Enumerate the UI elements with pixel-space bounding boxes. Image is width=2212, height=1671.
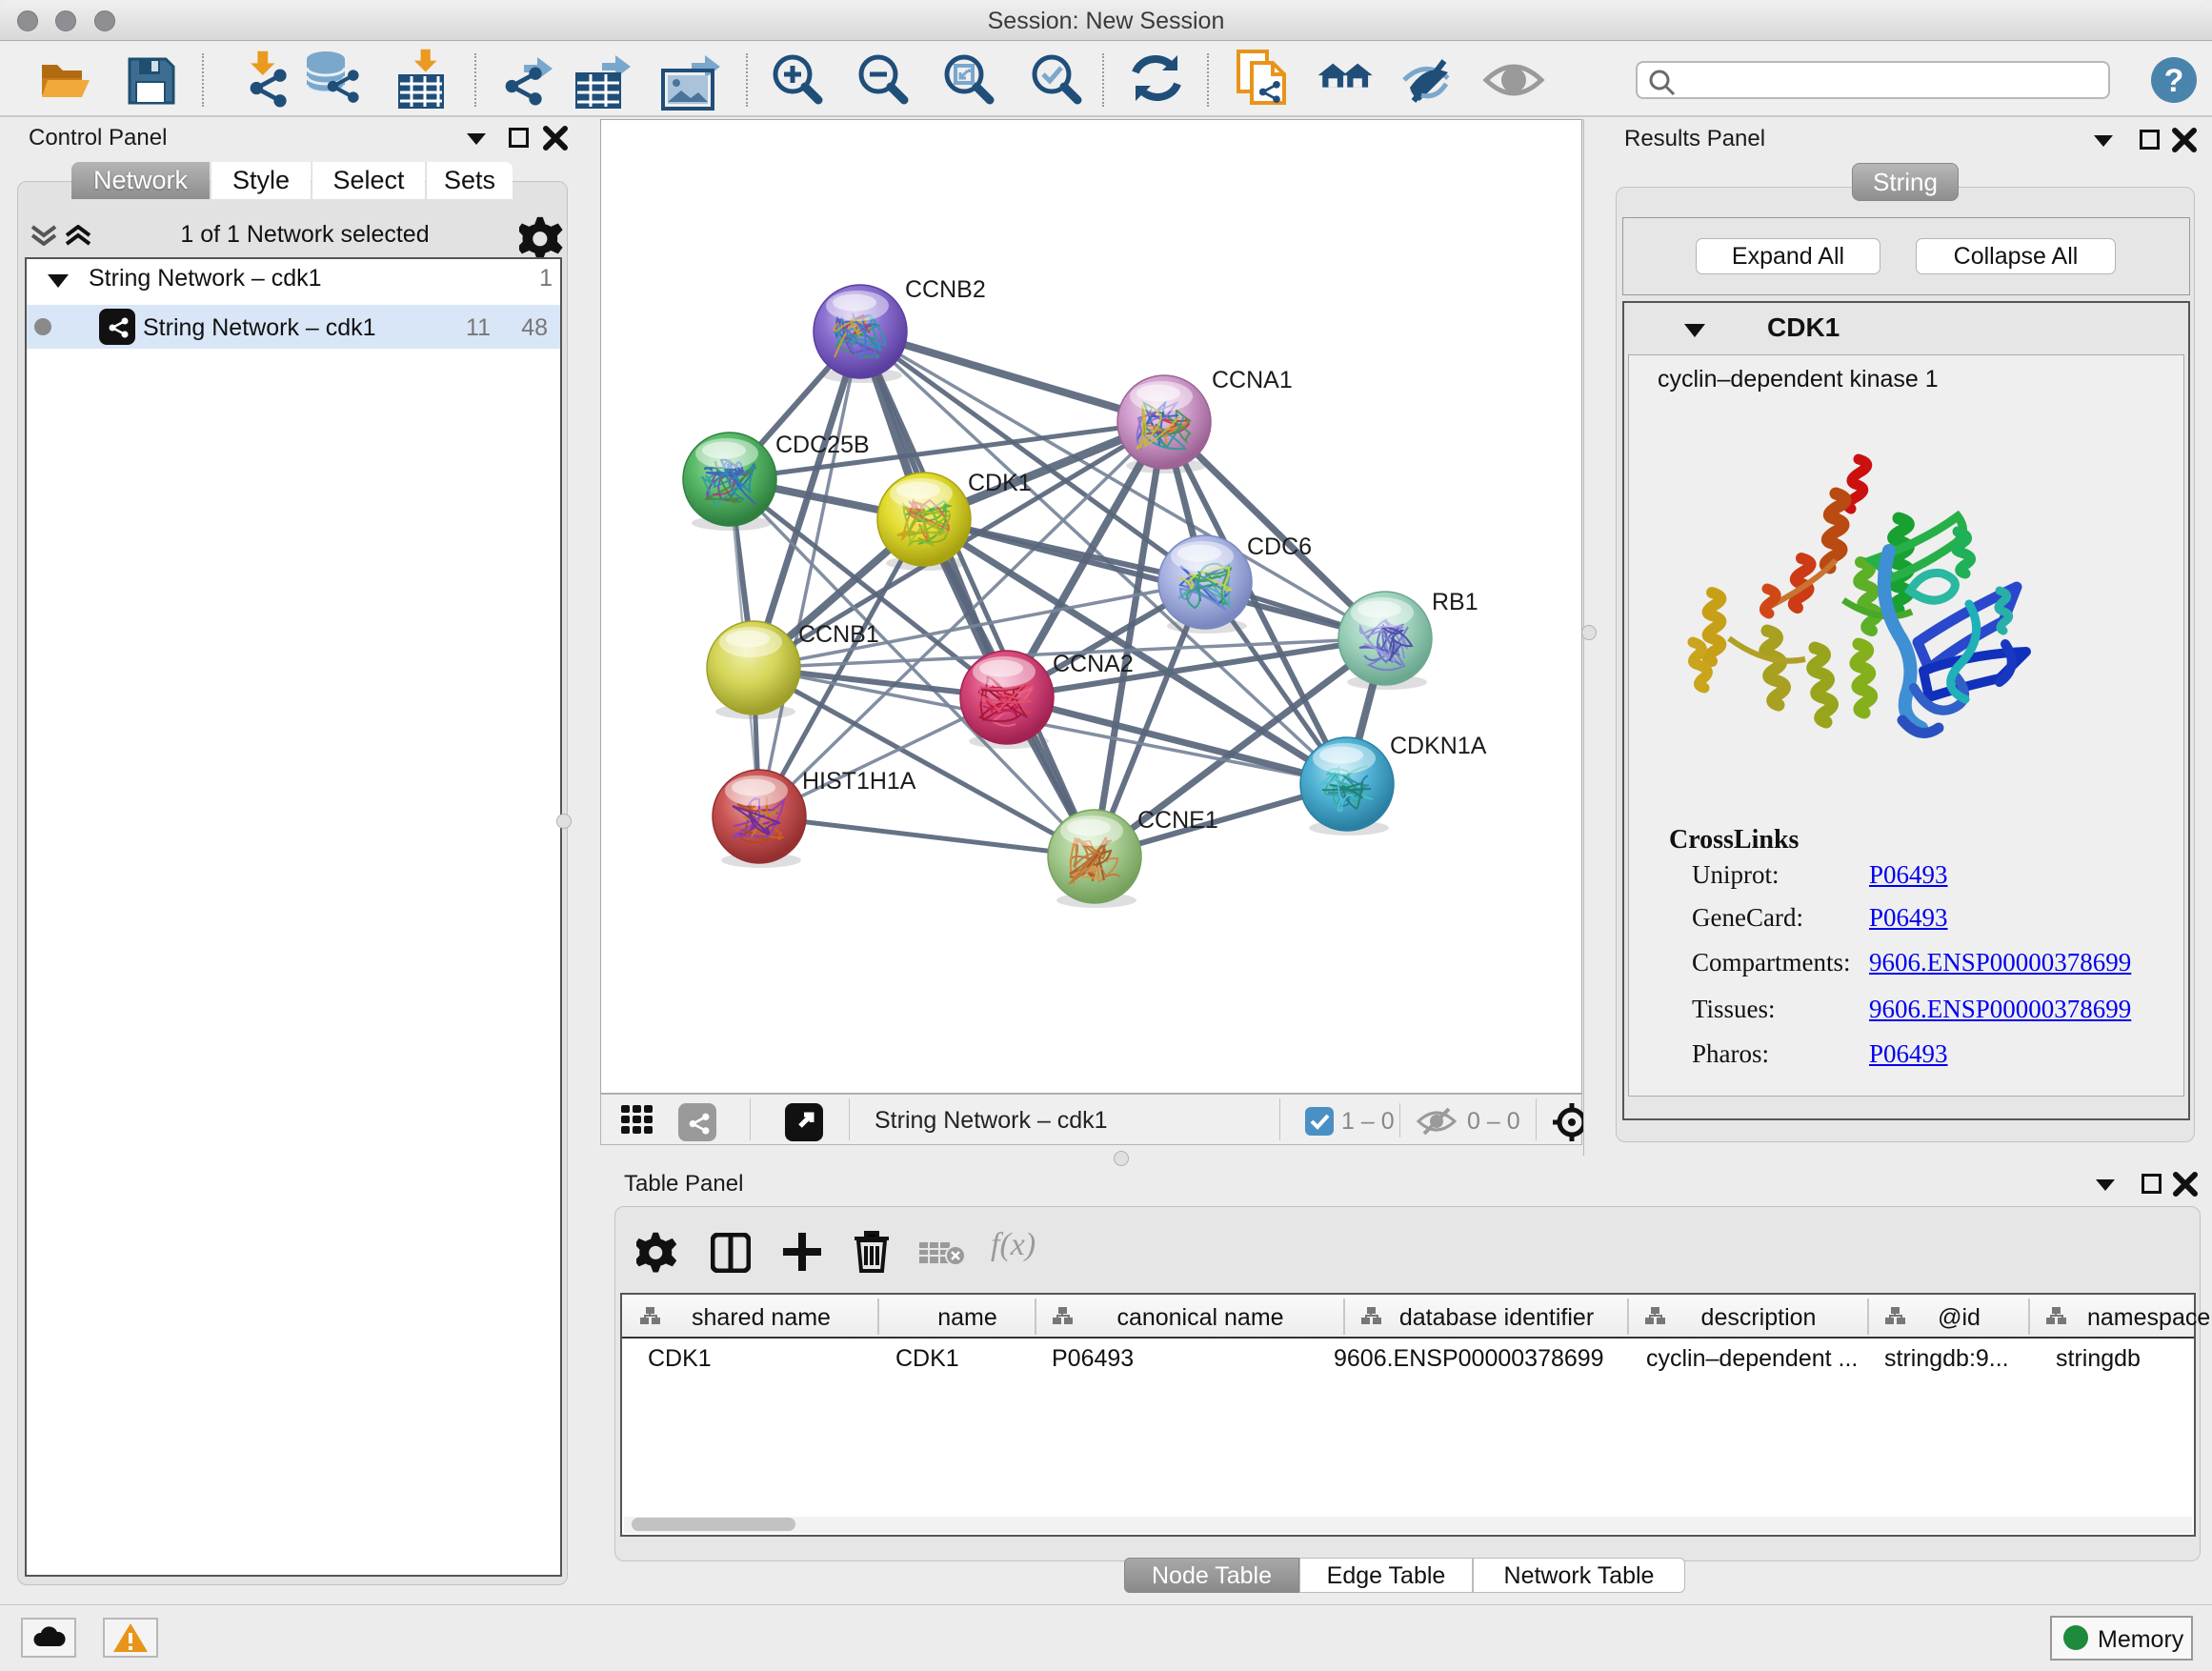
svg-text:CDC25B: CDC25B [775, 432, 870, 458]
svg-text:HIST1H1A: HIST1H1A [802, 768, 916, 795]
svg-text:RB1: RB1 [1432, 589, 1478, 615]
svg-text:CCNA2: CCNA2 [1053, 651, 1134, 677]
svg-text:CDC6: CDC6 [1247, 534, 1312, 560]
svg-text:CCNB2: CCNB2 [905, 276, 986, 303]
svg-text:CCNA1: CCNA1 [1212, 367, 1293, 393]
svg-text:CCNE1: CCNE1 [1137, 807, 1218, 834]
svg-text:CCNB1: CCNB1 [798, 621, 879, 648]
svg-text:CDKN1A: CDKN1A [1390, 733, 1487, 759]
svg-text:CDK1: CDK1 [968, 470, 1032, 496]
svg-text:?: ? [2164, 63, 2184, 99]
